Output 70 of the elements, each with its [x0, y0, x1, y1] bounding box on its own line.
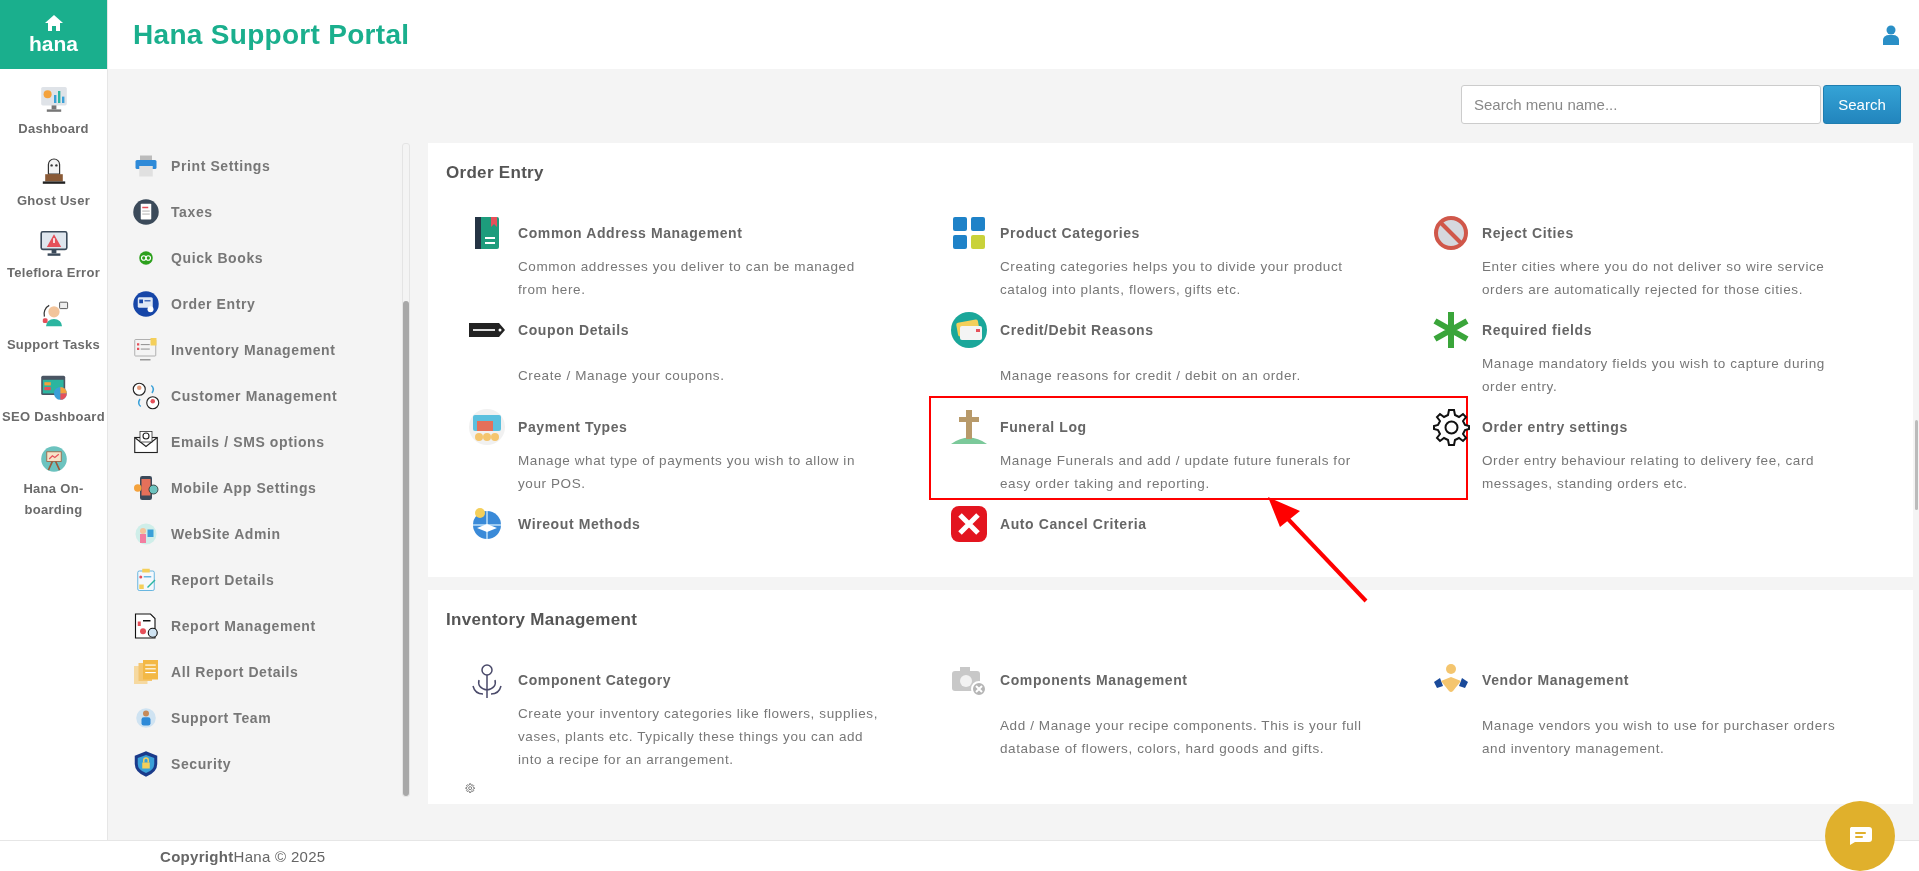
menu-link[interactable]: Common Address Management	[518, 221, 743, 253]
home-link[interactable]: hana	[0, 0, 107, 69]
asterisk-icon	[1431, 310, 1471, 350]
scrollbar[interactable]	[402, 143, 410, 797]
menu-link[interactable]: Reject Cities	[1482, 221, 1574, 253]
nav-link[interactable]: Ghost User	[0, 141, 107, 213]
menu-description: Manage Funerals and add / update future funerals for easy order taking and reporting.	[1000, 452, 1352, 493]
section-title: Inventory Management	[446, 610, 639, 630]
menu-link[interactable]: Credit/Debit Reasons	[1000, 318, 1154, 362]
menu-link[interactable]: Vendor Management	[1482, 668, 1630, 712]
menu-link[interactable]: Auto Cancel Criteria	[1000, 512, 1147, 544]
settings-icon[interactable]	[465, 783, 475, 793]
documents-stack-icon	[131, 657, 161, 687]
menu-description: Manage vendors you wish to use for purchaser orders and inventory management.	[1482, 716, 1837, 758]
menu-item[interactable]: Inventory Management	[108, 327, 421, 373]
menu-description: Create your inventory categories like flowers, supplies, vases, plants etc. Typically these things you can add into a recipe for an arrangement.	[518, 705, 879, 769]
credit-cards-icon	[949, 310, 989, 350]
menu-link[interactable]: Wireout Methods	[518, 512, 641, 544]
nav-link[interactable]: Dashboard	[0, 69, 107, 141]
menu-item[interactable]: Customer Management	[108, 373, 421, 419]
menu-link[interactable]: Product Categories	[1000, 221, 1140, 253]
menu-link[interactable]: Components Management	[1000, 668, 1188, 712]
menu-link[interactable]: Coupon Details	[518, 318, 630, 362]
document-icon	[131, 197, 161, 227]
prohibited-icon	[1431, 213, 1471, 253]
menu-description: Manage what type of payments you wish to allow in your POS.	[518, 452, 857, 493]
id-card-icon	[131, 289, 161, 319]
menu-description: Manage reasons for credit / debit on an order.	[1000, 366, 1302, 385]
user-icon[interactable]	[1883, 24, 1899, 45]
menu-description: Creating categories helps you to divide your product catalog into plants, flowers, gifts etc.	[1000, 258, 1344, 299]
scrollbar-thumb[interactable]	[1915, 420, 1918, 510]
menu-item[interactable]: Support Team	[108, 695, 421, 741]
menu-item[interactable]: Security	[108, 741, 421, 787]
menu-link[interactable]: Payment Types	[518, 415, 628, 447]
menu-description: Manage mandatory fields you wish to capture during order entry.	[1482, 355, 1826, 396]
menu-link[interactable]: Required fields	[1482, 318, 1593, 350]
menu-item[interactable]: Emails / SMS options	[108, 419, 421, 465]
nav-link[interactable]: Hana On-boarding	[0, 429, 107, 522]
menu-description: Create / Manage your coupons.	[518, 366, 726, 385]
section-title: Order Entry	[446, 163, 545, 183]
menu-item[interactable]: All Report Details	[108, 649, 421, 695]
menu-item[interactable]: Quick Books	[108, 235, 421, 281]
menu-item[interactable]: Print Settings	[108, 143, 421, 189]
menu-link[interactable]: Funeral Log	[1000, 415, 1087, 447]
search-field[interactable]: Search menu name...	[1461, 85, 1821, 124]
menu-item[interactable]: Report Management	[108, 603, 421, 649]
home-icon	[43, 13, 64, 32]
menu-description: Enter cities where you do not deliver so wire service orders are automatically rejected for those cities.	[1482, 258, 1826, 299]
menu-description: Order entry behaviour relating to delivery fee, card messages, standing orders etc.	[1482, 452, 1816, 493]
menu-item[interactable]: Taxes	[108, 189, 421, 235]
search-button[interactable]: Search	[1823, 85, 1901, 124]
menu-item[interactable]: Order Entry	[108, 281, 421, 327]
settings-icon	[1431, 407, 1471, 447]
phone-settings-icon	[131, 473, 161, 503]
page-title: Hana Support Portal	[133, 18, 410, 51]
nav-link[interactable]: Teleflora Error	[0, 213, 107, 285]
chat-icon	[1847, 826, 1873, 846]
menu-item[interactable]: Mobile App Settings	[108, 465, 421, 511]
payment-icon	[467, 407, 507, 447]
close-icon	[949, 504, 989, 544]
nav-link[interactable]: SEO Dashboard	[0, 357, 107, 429]
menu-link[interactable]: Order entry settings	[1482, 415, 1628, 447]
menu-link[interactable]: Component Category	[518, 668, 672, 700]
menu-item[interactable]: Report Details	[108, 557, 421, 603]
nav-link[interactable]: Support Tasks	[0, 285, 107, 357]
menu-description: Common addresses you deliver to can be managed from here.	[518, 258, 856, 299]
copyright-text: CopyrightHana © 2025	[160, 847, 326, 865]
menu-description: Add / Manage your recipe components. This is your full database of flowers, colors, hard goods and gifts.	[1000, 716, 1362, 758]
menu-item[interactable]: WebSite Admin	[108, 511, 421, 557]
grave-cross-icon	[949, 407, 989, 447]
